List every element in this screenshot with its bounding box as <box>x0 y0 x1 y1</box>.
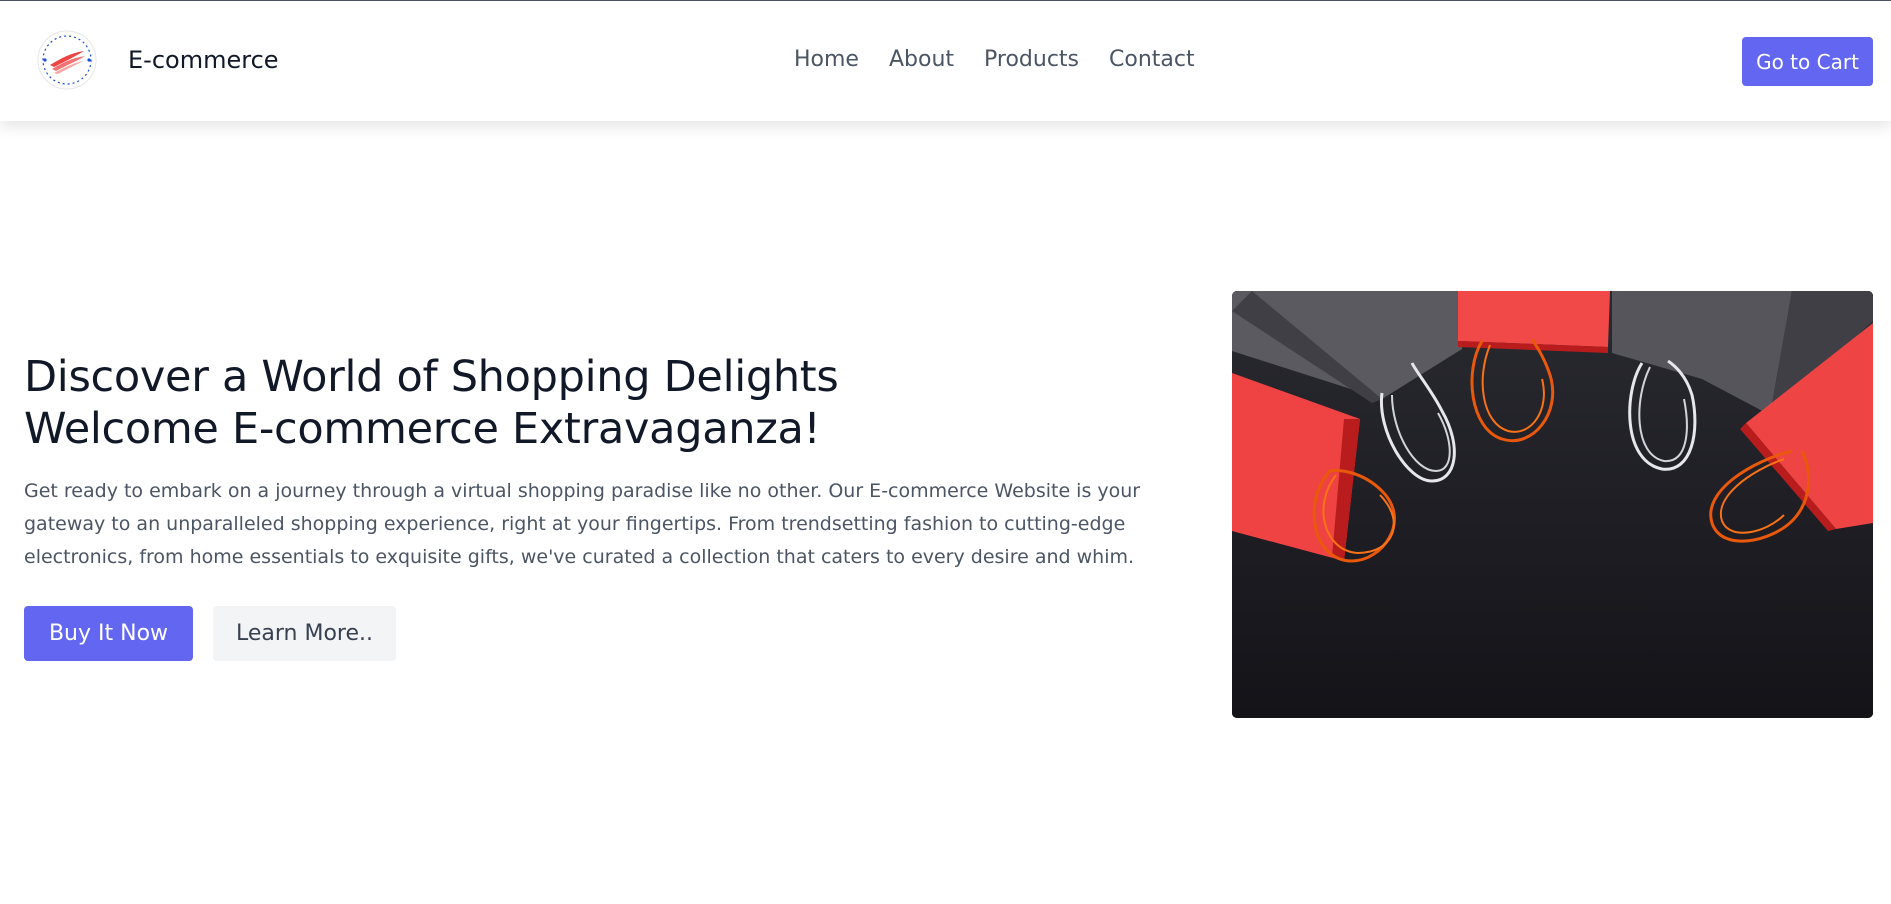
nav-link-home[interactable]: Home <box>794 47 859 72</box>
nav-link-products[interactable]: Products <box>984 47 1079 72</box>
learn-more-button[interactable]: Learn More.. <box>213 606 396 661</box>
shopping-bags-image <box>1232 291 1873 718</box>
hero-title: Discover a World of Shopping Delights We… <box>24 351 1084 455</box>
ecommerce-logo-icon <box>37 30 97 90</box>
main-nav: Home About Products Contact <box>794 47 1195 72</box>
brand-name: E-commerce <box>128 46 279 74</box>
go-to-cart-button[interactable]: Go to Cart <box>1742 37 1873 86</box>
buy-it-now-button[interactable]: Buy It Now <box>24 606 193 661</box>
hero-description: Get ready to embark on a journey through… <box>24 475 1141 574</box>
nav-link-contact[interactable]: Contact <box>1109 47 1195 72</box>
hero-description-line-3: electronics, from home essentials to exq… <box>24 546 1135 568</box>
hero-title-line-2: Welcome E-commerce Extravaganza! <box>24 404 821 454</box>
hero-actions: Buy It Now Learn More.. <box>24 606 396 661</box>
hero-title-line-1: Discover a World of Shopping Delights <box>24 352 839 402</box>
brand[interactable]: E-commerce <box>36 29 279 91</box>
nav-link-about[interactable]: About <box>889 47 954 72</box>
hero-text: Discover a World of Shopping Delights We… <box>24 351 1141 574</box>
hero-description-line-1: Get ready to embark on a journey through… <box>24 480 1141 502</box>
site-header: E-commerce Home About Products Contact G… <box>0 1 1891 121</box>
hero-description-line-2: gateway to an unparalleled shopping expe… <box>24 513 1126 535</box>
